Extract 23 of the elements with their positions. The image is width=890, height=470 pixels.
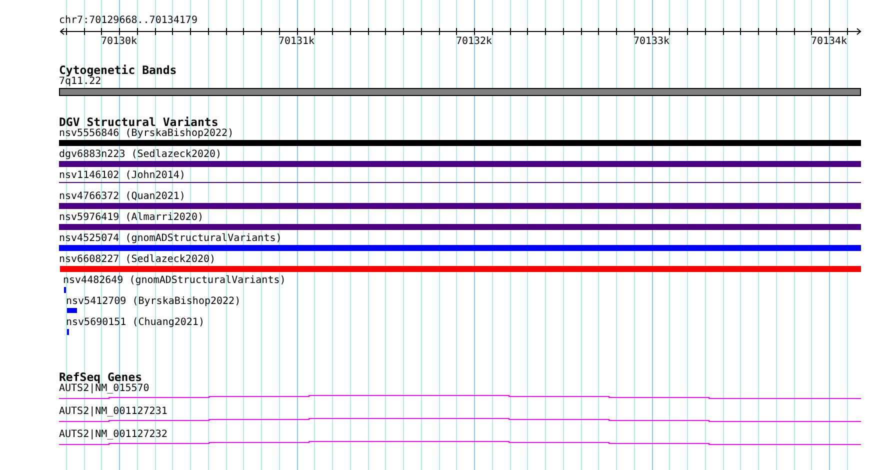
variant-label: nsv6608227 (Sedlazeck2020) [59, 254, 216, 265]
track-title: RefSeq Genes [59, 371, 142, 383]
track-title: DGV Structural Variants [59, 116, 218, 128]
band-label: 7q11.22 [59, 76, 102, 87]
track-title: Cytogenetic Bands [59, 64, 177, 76]
variant-label: nsv4525074 (gnomADStructuralVariants) [59, 233, 282, 244]
tick-label: 70131k [278, 36, 315, 47]
gene-label: AUTS2|NM_001127231 [59, 406, 168, 417]
tick-label: 70130k [100, 36, 138, 47]
tick-label: 70133k [633, 36, 670, 47]
tick-label: 70132k [456, 36, 492, 47]
location-label: chr7:70129668..70134179 [59, 15, 198, 26]
gene-label: AUTS2|NM_001127232 [59, 429, 168, 440]
variant-label: nsv1146102 (John2014) [59, 170, 186, 181]
variant-label: nsv4766372 (Quan2021) [59, 191, 186, 202]
variant-label: nsv4482649 (gnomADStructuralVariants) [63, 275, 286, 286]
gene-label: AUTS2|NM_015570 [59, 383, 150, 394]
variant-label: nsv5412709 (ByrskaBishop2022) [66, 296, 241, 307]
tick-label: 70134k [810, 36, 848, 47]
variant-label: nsv5976419 (Almarri2020) [59, 212, 204, 223]
variant-label: dgv6883n223 (Sedlazeck2020) [59, 149, 222, 160]
variant-label: nsv5556846 (ByrskaBishop2022) [59, 128, 234, 139]
variant-label: nsv5690151 (Chuang2021) [66, 317, 204, 328]
